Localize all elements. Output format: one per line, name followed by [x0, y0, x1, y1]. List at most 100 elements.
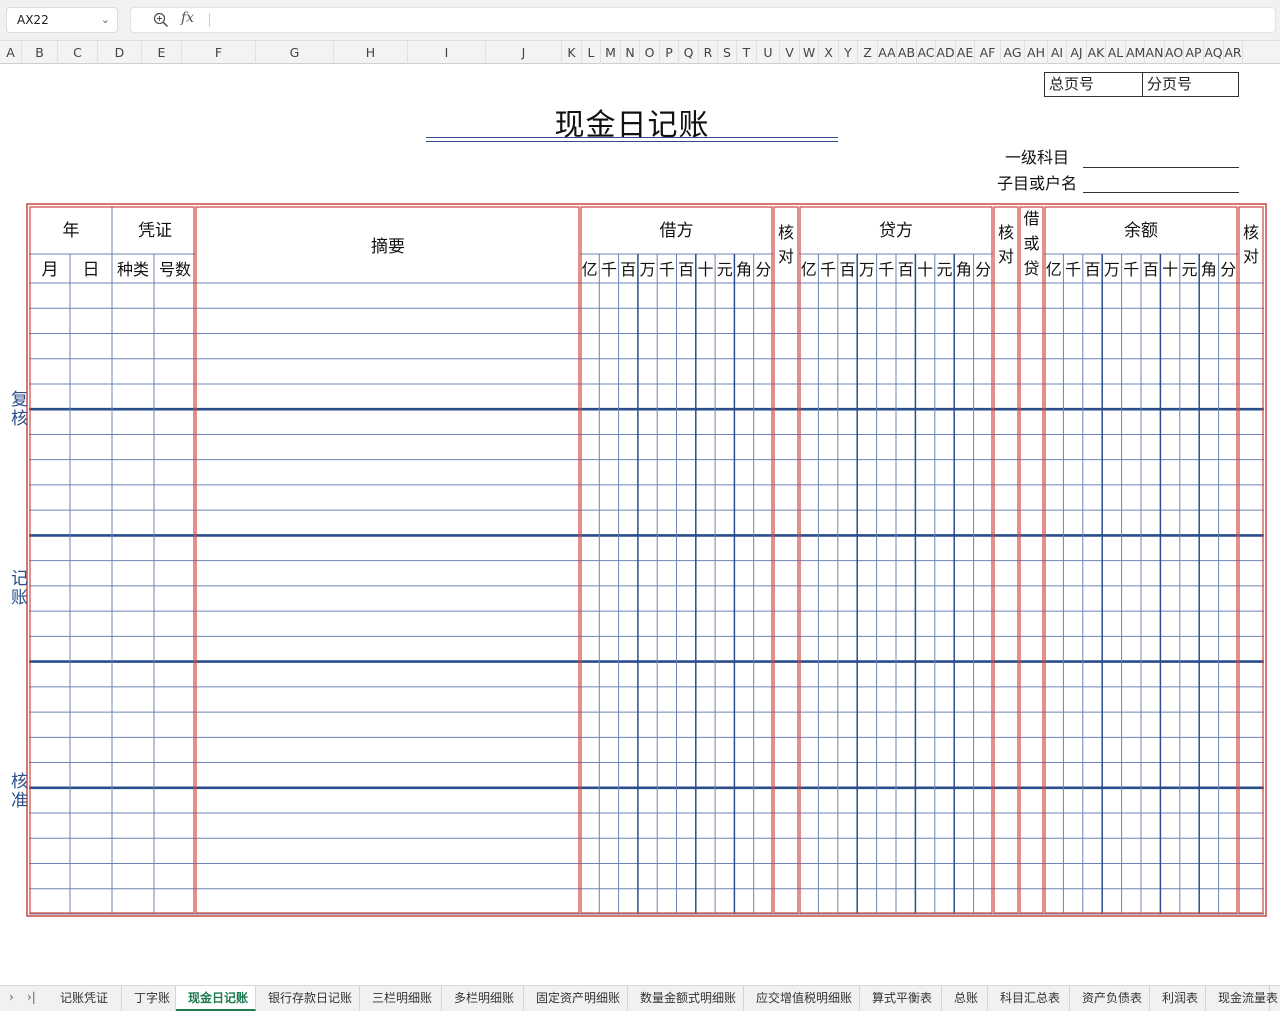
- column-header[interactable]: S: [718, 41, 737, 64]
- column-header[interactable]: AC: [917, 41, 936, 64]
- balance-digit-label: 千: [1123, 260, 1139, 279]
- zoom-icon[interactable]: [153, 12, 169, 28]
- sheet-tab[interactable]: 银行存款日记账: [256, 986, 360, 1011]
- column-header[interactable]: E: [142, 41, 182, 64]
- sheet-tab[interactable]: 资产负债表: [1070, 986, 1150, 1011]
- column-header[interactable]: M: [601, 41, 621, 64]
- column-header[interactable]: AO: [1165, 41, 1184, 64]
- debit-digit-label: 分: [755, 260, 771, 279]
- fx-icon[interactable]: fx: [181, 10, 194, 26]
- debit-digit-label: 百: [620, 260, 636, 279]
- column-header[interactable]: AM: [1126, 41, 1145, 64]
- check3-block-border: [1238, 206, 1264, 914]
- header-year: 年: [63, 221, 80, 241]
- debit-digit-label: 十: [697, 260, 713, 279]
- column-header[interactable]: AP: [1184, 41, 1204, 64]
- column-header[interactable]: O: [640, 41, 660, 64]
- column-header[interactable]: AL: [1106, 41, 1126, 64]
- column-header[interactable]: AF: [975, 41, 1001, 64]
- header-debit-or-credit: 或: [1023, 234, 1039, 253]
- column-header[interactable]: U: [757, 41, 780, 64]
- header-credit: 贷方: [879, 221, 913, 241]
- worksheet[interactable]: 亿千百万千百十元角分亿千百万千百十元角分亿千百万千百十元角分年凭证月日种类 号数摘…: [0, 64, 1280, 985]
- sheet-tab[interactable]: 固定资产明细账: [524, 986, 628, 1011]
- column-header[interactable]: Q: [679, 41, 699, 64]
- sheet-tab[interactable]: 多栏明细账: [442, 986, 524, 1011]
- column-header-bar: A B C D E F G H I J K L M N O P Q R S T U V W X Y Z AA AB AC AD AE AF AG…: [0, 40, 1280, 64]
- debit-digit-label: 万: [640, 260, 656, 279]
- column-header[interactable]: AQ: [1204, 41, 1224, 64]
- chevron-right-icon[interactable]: ›: [9, 990, 14, 1004]
- column-header[interactable]: N: [621, 41, 640, 64]
- column-header[interactable]: AA: [878, 41, 897, 64]
- formula-input[interactable]: fx: [130, 7, 1276, 33]
- column-header[interactable]: AI: [1048, 41, 1067, 64]
- column-header[interactable]: AG: [1001, 41, 1025, 64]
- column-header[interactable]: B: [22, 41, 58, 64]
- column-header[interactable]: H: [334, 41, 408, 64]
- credit-digit-label: 角: [956, 260, 972, 279]
- balance-digit-label: 万: [1104, 260, 1120, 279]
- level1-subject-field[interactable]: [1083, 167, 1239, 168]
- column-header[interactable]: AR: [1224, 41, 1243, 64]
- column-header[interactable]: V: [780, 41, 800, 64]
- header-check-debit: 对: [778, 247, 794, 266]
- balance-digit-label: 角: [1201, 260, 1217, 279]
- sheet-tab[interactable]: 利润表: [1150, 986, 1206, 1011]
- column-header[interactable]: K: [562, 41, 582, 64]
- column-header[interactable]: J: [486, 41, 562, 64]
- column-header[interactable]: AD: [936, 41, 956, 64]
- sub-subject-field[interactable]: [1083, 192, 1239, 193]
- credit-digit-label: 千: [878, 260, 894, 279]
- column-header[interactable]: Z: [858, 41, 878, 64]
- column-header[interactable]: G: [256, 41, 334, 64]
- formula-separator: [209, 13, 210, 27]
- last-sheet-icon[interactable]: ›|: [27, 990, 36, 1004]
- sheet-tab[interactable]: 应交增值税明细账: [744, 986, 860, 1011]
- sheet-tab[interactable]: 科目汇总表: [988, 986, 1070, 1011]
- debit-digit-label: 角: [736, 260, 752, 279]
- sheet-tab[interactable]: 三栏明细账: [360, 986, 442, 1011]
- balance-digit-label: 十: [1162, 260, 1178, 279]
- sheet-tab[interactable]: 现金日记账: [176, 986, 256, 1011]
- column-header[interactable]: Y: [839, 41, 858, 64]
- debit-digit-label: 百: [678, 260, 694, 279]
- total-page-label: 总页号: [1049, 75, 1095, 93]
- sheet-tab[interactable]: 丁字账: [122, 986, 176, 1011]
- sheet-tab[interactable]: 算式平衡表: [860, 986, 942, 1011]
- column-header[interactable]: AE: [956, 41, 975, 64]
- column-header[interactable]: L: [582, 41, 601, 64]
- credit-digit-label: 亿: [801, 260, 817, 279]
- credit-digit-label: 百: [839, 260, 855, 279]
- balance-digit-label: 千: [1065, 260, 1081, 279]
- column-header[interactable]: T: [737, 41, 757, 64]
- column-header[interactable]: X: [819, 41, 839, 64]
- column-header[interactable]: F: [182, 41, 256, 64]
- sheet-tab[interactable]: 记账凭证: [48, 986, 122, 1011]
- column-header[interactable]: P: [660, 41, 679, 64]
- name-box[interactable]: AX22 ⌄: [6, 7, 118, 33]
- column-header[interactable]: I: [408, 41, 486, 64]
- column-header[interactable]: C: [58, 41, 98, 64]
- column-header[interactable]: D: [98, 41, 142, 64]
- side-label-review: 复核: [7, 390, 27, 428]
- column-header[interactable]: R: [699, 41, 718, 64]
- sheet-tab[interactable]: 现金流量表: [1206, 986, 1278, 1011]
- column-header[interactable]: AH: [1025, 41, 1048, 64]
- column-header[interactable]: A: [0, 41, 22, 64]
- cell-reference: AX22: [17, 13, 49, 27]
- credit-digit-label: 千: [820, 260, 836, 279]
- sheet-tab[interactable]: 总账: [942, 986, 988, 1011]
- header-check-balance: 对: [1243, 247, 1259, 266]
- column-header[interactable]: AB: [897, 41, 917, 64]
- chevron-down-icon[interactable]: ⌄: [101, 8, 110, 32]
- credit-digit-label: 十: [917, 260, 933, 279]
- sheet-tab[interactable]: 数量金额式明细账: [628, 986, 744, 1011]
- column-header[interactable]: AJ: [1067, 41, 1087, 64]
- spreadsheet-app: AX22 ⌄ fx A B C D E F G H I J K L M N O P Q R S T U V W X Y Z AA AB…: [0, 0, 1280, 1011]
- column-header[interactable]: AK: [1087, 41, 1106, 64]
- title-underline: [426, 137, 838, 142]
- column-header[interactable]: W: [800, 41, 819, 64]
- check2-block-border: [993, 206, 1019, 914]
- column-header[interactable]: AN: [1145, 41, 1165, 64]
